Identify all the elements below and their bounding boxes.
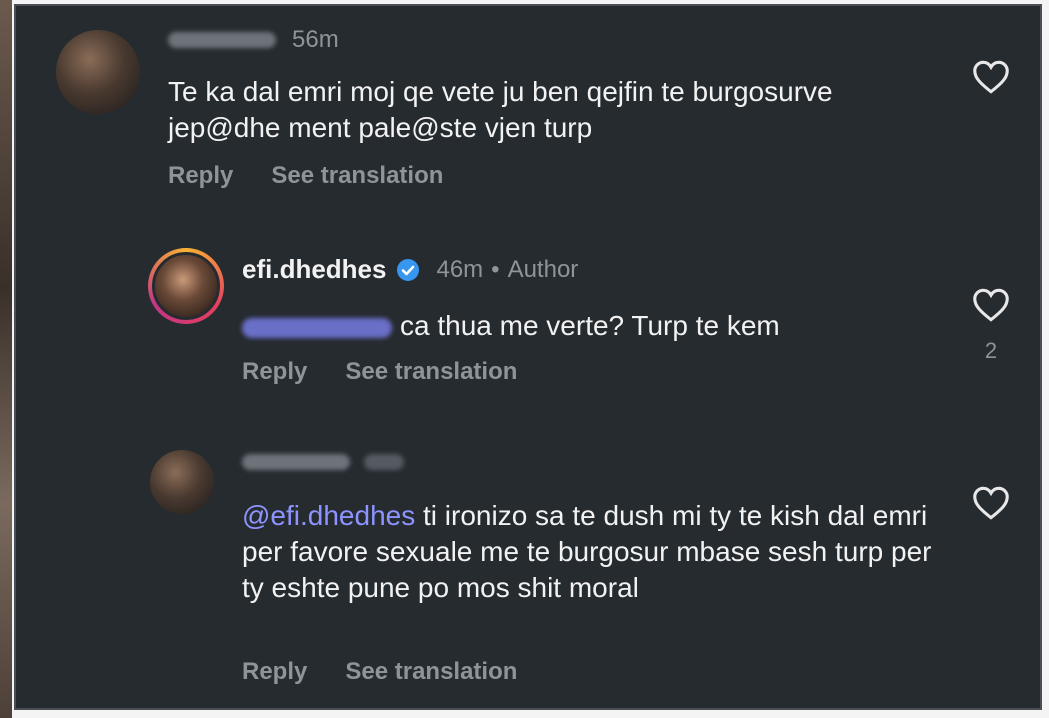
see-translation-button[interactable]: See translation	[271, 162, 443, 190]
comment-actions: Reply See translation	[242, 358, 517, 386]
username[interactable]: efi.dhedhes	[242, 254, 386, 285]
see-translation-button[interactable]: See translation	[345, 358, 517, 386]
mention-blurred[interactable]	[242, 317, 392, 338]
comment-header: efi.dhedhes 46m • Author	[242, 254, 578, 285]
heart-outline-icon[interactable]	[972, 60, 1010, 94]
timestamp-blurred	[364, 454, 404, 470]
comment-text: @efi.dhedhes ti ironizo sa te dush mi ty…	[242, 498, 942, 606]
comment-header: 56m	[168, 26, 339, 54]
comment-text: Te ka dal emri moj qe vete ju ben qejfin…	[168, 74, 898, 146]
avatar[interactable]	[150, 450, 214, 514]
avatar[interactable]	[56, 30, 140, 114]
see-translation-button[interactable]: See translation	[345, 658, 517, 686]
comment-body: Te ka dal emri moj qe vete ju ben qejfin…	[168, 76, 833, 143]
background-photo-edge	[0, 0, 12, 718]
timestamp: 56m	[292, 26, 339, 53]
author-badge: Author	[507, 255, 579, 283]
timestamp: 46m	[436, 255, 484, 283]
reply-button[interactable]: Reply	[242, 358, 307, 386]
like-count: 2	[984, 338, 998, 363]
mention-link[interactable]: @efi.dhedhes	[242, 500, 415, 531]
separator: •	[491, 255, 500, 283]
username-blurred[interactable]	[242, 454, 350, 470]
comment-actions: Reply See translation	[242, 658, 517, 686]
comment-text: ca thua me verte? Turp te kem	[242, 308, 942, 344]
comments-panel: 56m Te ka dal emri moj qe vete ju ben qe…	[14, 4, 1042, 710]
avatar[interactable]	[148, 248, 224, 324]
reply-button[interactable]: Reply	[168, 162, 233, 190]
username-blurred[interactable]	[168, 32, 276, 48]
comment-header	[242, 454, 404, 470]
heart-outline-icon[interactable]	[972, 486, 1010, 520]
comment-body: ca thua me verte? Turp te kem	[400, 310, 780, 341]
verified-badge-icon	[397, 258, 420, 281]
reply-button[interactable]: Reply	[242, 658, 307, 686]
comment-actions: Reply See translation	[168, 162, 443, 190]
heart-outline-icon[interactable]	[972, 288, 1010, 322]
